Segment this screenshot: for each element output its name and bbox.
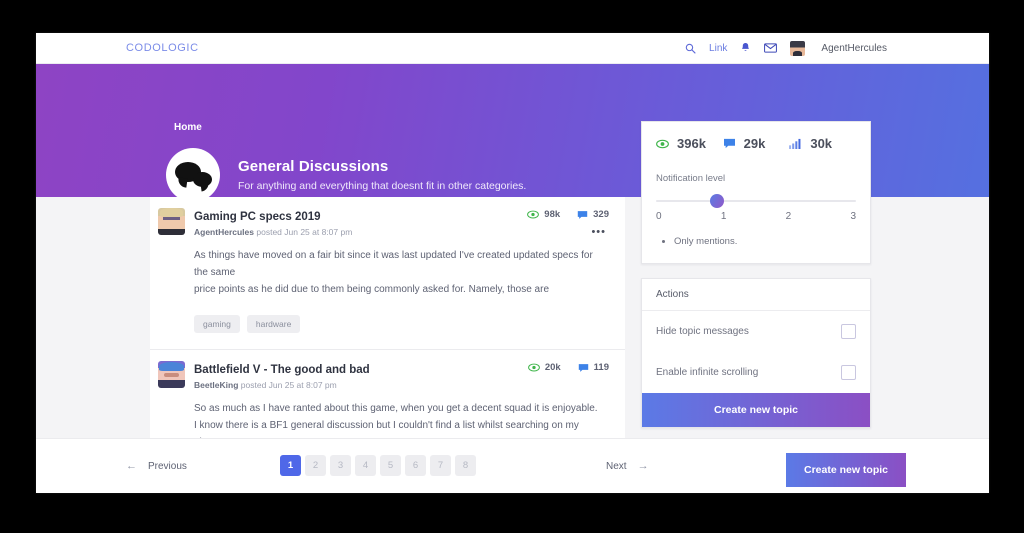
- tag-chip[interactable]: hardware: [246, 315, 301, 333]
- stats-card: 396k 29k 30k Notification level 0 1 2 3 …: [641, 121, 871, 264]
- hide-topic-messages-checkbox[interactable]: [841, 324, 856, 339]
- topic-list: Gaming PC specs 2019 AgentHercules poste…: [150, 197, 625, 468]
- eye-icon: [527, 363, 540, 372]
- slider-tick[interactable]: 0: [656, 211, 662, 222]
- next-page-label: Next: [606, 460, 627, 472]
- reply-count-value: 119: [593, 362, 609, 373]
- stat-posts: 29k: [723, 136, 790, 151]
- page-title: General Discussions: [238, 158, 389, 175]
- stat-views: 396k: [656, 136, 723, 151]
- table-row[interactable]: Gaming PC specs 2019 AgentHercules poste…: [150, 197, 625, 350]
- notification-level-slider[interactable]: [656, 193, 856, 209]
- previous-page-label: Previous: [148, 460, 187, 472]
- notification-description: Only mentions.: [674, 236, 856, 247]
- previous-page-button[interactable]: ← Previous: [126, 460, 187, 472]
- sidebar: 396k 29k 30k Notification level 0 1 2 3 …: [641, 121, 871, 428]
- pagination-footer: ← Previous 1 2 3 4 5 6 7 8 Next → Create…: [36, 438, 989, 493]
- page-button-2[interactable]: 2: [305, 455, 326, 476]
- next-page-button[interactable]: Next →: [606, 460, 649, 472]
- stats-row: 396k 29k 30k: [656, 136, 856, 151]
- stat-posts-value: 29k: [743, 136, 766, 151]
- page-button-5[interactable]: 5: [380, 455, 401, 476]
- slider-thumb[interactable]: [710, 194, 724, 208]
- action-row-infinite-scrolling[interactable]: Enable infinite scrolling: [642, 352, 870, 393]
- stat-activity: 30k: [789, 136, 856, 151]
- stat-views-value: 396k: [677, 136, 706, 151]
- comment-icon: [723, 138, 735, 149]
- avatar: [158, 361, 185, 388]
- slider-tick[interactable]: 2: [786, 211, 792, 222]
- topic-meta: AgentHercules posted Jun 25 at 8:07 pm: [194, 227, 603, 237]
- view-count-value: 98k: [544, 209, 561, 220]
- actions-card: Actions Hide topic messages Enable infin…: [641, 278, 871, 428]
- page-button-1[interactable]: 1: [280, 455, 301, 476]
- page-button-6[interactable]: 6: [405, 455, 426, 476]
- app-window: CODOLOGIC Link AgentHercules Home Genera…: [36, 33, 989, 493]
- brand-logo[interactable]: CODOLOGIC: [126, 42, 199, 54]
- pagination-pages: 1 2 3 4 5 6 7 8: [280, 455, 476, 476]
- comment-icon: [578, 363, 588, 372]
- mail-icon[interactable]: [764, 43, 778, 53]
- search-icon[interactable]: [685, 43, 696, 54]
- slider-tick[interactable]: 3: [850, 211, 856, 222]
- topic-stats: 98k 329: [527, 209, 609, 220]
- action-label: Enable infinite scrolling: [656, 367, 759, 378]
- view-count: 98k: [527, 209, 560, 220]
- reply-count: 119: [578, 362, 609, 373]
- nav-username[interactable]: AgentHercules: [821, 43, 887, 54]
- top-navbar: CODOLOGIC Link AgentHercules: [36, 33, 989, 64]
- notification-level-label: Notification level: [656, 173, 726, 184]
- topic-excerpt-line: price points as he did due to them being…: [194, 284, 550, 295]
- slider-ticks: 0 1 2 3: [656, 211, 856, 222]
- reply-count-value: 329: [593, 209, 609, 220]
- page-button-4[interactable]: 4: [355, 455, 376, 476]
- topic-excerpt-line: So as much as I have ranted about this g…: [194, 403, 598, 414]
- page-button-7[interactable]: 7: [430, 455, 451, 476]
- bell-icon[interactable]: [740, 42, 751, 54]
- eye-icon: [527, 210, 540, 219]
- topic-author[interactable]: AgentHercules: [194, 227, 254, 237]
- stat-activity-value: 30k: [810, 136, 833, 151]
- view-count: 20k: [527, 362, 561, 373]
- avatar: [158, 208, 185, 235]
- nav-link-item[interactable]: Link: [709, 43, 727, 54]
- arrow-right-icon: →: [637, 460, 649, 472]
- reply-count: 329: [577, 209, 609, 220]
- comment-icon: [577, 210, 588, 219]
- notification-description-item: Only mentions.: [674, 236, 856, 247]
- page-subtitle: For anything and everything that doesnt …: [238, 180, 527, 192]
- topic-excerpt-line: As things have moved on a fair bit since…: [194, 250, 593, 278]
- page-button-3[interactable]: 3: [330, 455, 351, 476]
- content-area: Gaming PC specs 2019 AgentHercules poste…: [36, 121, 989, 468]
- category-header: General Discussions For anything and eve…: [166, 148, 526, 202]
- more-options-icon[interactable]: •••: [591, 227, 606, 238]
- action-row-hide-topic-messages[interactable]: Hide topic messages: [642, 311, 870, 352]
- page-button-8[interactable]: 8: [455, 455, 476, 476]
- topic-author[interactable]: BeetleKing: [194, 380, 238, 390]
- view-count-value: 20k: [544, 362, 561, 373]
- topic-stats: 20k 119: [527, 362, 609, 373]
- footer-create-new-topic-button[interactable]: Create new topic: [786, 453, 906, 487]
- create-new-topic-button[interactable]: Create new topic: [642, 393, 870, 427]
- topic-meta: BeetleKing posted Jun 25 at 8:07 pm: [194, 380, 603, 390]
- avatar[interactable]: [790, 40, 806, 56]
- tag-chip[interactable]: gaming: [194, 315, 240, 333]
- breadcrumb[interactable]: Home: [174, 122, 202, 133]
- enable-infinite-scrolling-checkbox[interactable]: [841, 365, 856, 380]
- arrow-left-icon: ←: [126, 460, 137, 472]
- activity-icon: [789, 138, 801, 149]
- topic-timestamp: posted Jun 25 at 8:07 pm: [240, 380, 337, 390]
- topic-timestamp: posted Jun 25 at 8:07 pm: [256, 227, 353, 237]
- topic-excerpt: As things have moved on a fair bit since…: [194, 247, 603, 298]
- speech-bubbles-icon: [166, 148, 220, 202]
- slider-tick[interactable]: 1: [721, 211, 727, 222]
- action-label: Hide topic messages: [656, 326, 749, 337]
- slider-track: [656, 200, 856, 202]
- actions-heading: Actions: [642, 279, 870, 311]
- eye-icon: [656, 139, 669, 148]
- topic-tags: gaming hardware: [194, 315, 603, 333]
- navbar-right-group: Link AgentHercules: [685, 40, 887, 56]
